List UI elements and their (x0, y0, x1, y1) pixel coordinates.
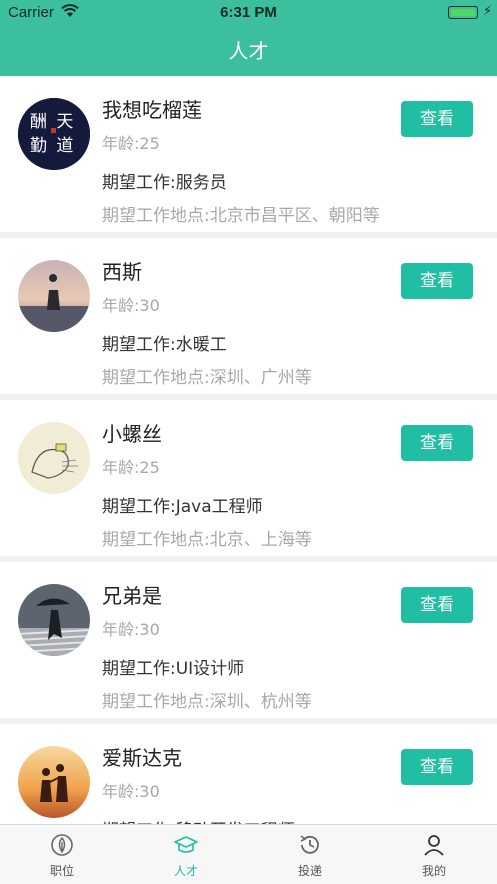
candidate-list[interactable]: 酬 天 勤 道 我想吃榴莲 年龄:25 期望工作:服务员 期望工作地点:北京市昌… (0, 76, 497, 824)
charging-icon: ⚡ (483, 4, 493, 19)
profile-icon (424, 835, 444, 856)
candidate-name: 兄弟是 (102, 584, 162, 608)
rain-photo-avatar (18, 584, 90, 656)
avatar: 酬 天 勤 道 (18, 98, 90, 170)
tab-label: 职位 (49, 864, 74, 878)
sketch-avatar-image (18, 422, 90, 494)
avatar (18, 422, 90, 494)
avatar (18, 746, 90, 818)
candidate-job: 期望工作:水暖工 (102, 335, 227, 355)
talent-icon (174, 836, 198, 853)
tab-bar: 职位 人才 投递 我的 (0, 824, 497, 884)
candidate-age: 年龄:30 (102, 296, 160, 315)
candidate-card[interactable]: 小螺丝 年龄:25 期望工作:Java工程师 期望工作地点:北京、上海等 查看 (0, 400, 497, 556)
candidate-age: 年龄:30 (102, 620, 160, 639)
candidate-job: 期望工作:移动开发工程师 (102, 816, 295, 824)
candidate-job: 期望工作:服务员 (102, 173, 227, 193)
candidate-age: 年龄:25 (102, 458, 160, 477)
clock: 6:31 PM (220, 4, 277, 21)
candidate-card[interactable]: 爱斯达克 年龄:30 期望工作:移动开发工程师 查看 (0, 724, 497, 824)
candidate-age: 年龄:30 (102, 782, 160, 801)
status-bar: Carrier 6:31 PM ⚡ (0, 0, 497, 26)
sunset-photo-avatar (18, 260, 90, 332)
candidate-name: 爱斯达克 (102, 746, 182, 770)
candidate-job: 期望工作:Java工程师 (102, 497, 263, 517)
avatar-calligraphy-text: 酬 天 勤 道 (30, 112, 76, 156)
candidate-age: 年龄:25 (102, 134, 160, 153)
candidate-location: 期望工作地点:深圳、杭州等 (102, 692, 312, 712)
avatar (18, 584, 90, 656)
candidate-name: 我想吃榴莲 (102, 98, 202, 122)
nav-title: 人才 (0, 26, 497, 76)
tab-label: 我的 (421, 864, 446, 878)
tab-applications[interactable]: 投递 (248, 825, 372, 884)
candidate-location: 期望工作地点:深圳、广州等 (102, 368, 312, 388)
job-icon (51, 834, 73, 856)
tab-profile[interactable]: 我的 (372, 825, 496, 884)
candidate-card[interactable]: 酬 天 勤 道 我想吃榴莲 年龄:25 期望工作:服务员 期望工作地点:北京市昌… (0, 76, 497, 232)
candidate-location: 期望工作地点:北京、上海等 (102, 530, 312, 550)
candidate-card[interactable]: 西斯 年龄:30 期望工作:水暖工 期望工作地点:深圳、广州等 查看 (0, 238, 497, 394)
tab-talent[interactable]: 人才 (124, 825, 248, 884)
candidate-name: 西斯 (102, 260, 142, 284)
tab-label: 人才 (173, 864, 198, 878)
candidate-name: 小螺丝 (102, 422, 162, 446)
battery-icon (448, 6, 478, 19)
candidate-card[interactable]: 兄弟是 年龄:30 期望工作:UI设计师 期望工作地点:深圳、杭州等 查看 (0, 562, 497, 718)
view-button[interactable]: 查看 (401, 425, 473, 461)
sunset-family-avatar (18, 746, 90, 818)
tab-label: 投递 (297, 864, 322, 878)
avatar (18, 260, 90, 332)
view-button[interactable]: 查看 (401, 587, 473, 623)
history-icon (300, 835, 319, 854)
view-button[interactable]: 查看 (401, 749, 473, 785)
candidate-job: 期望工作:UI设计师 (102, 659, 245, 679)
view-button[interactable]: 查看 (401, 263, 473, 299)
tab-jobs[interactable]: 职位 (0, 825, 124, 884)
candidate-location: 期望工作地点:北京市昌平区、朝阳等 (102, 206, 380, 226)
view-button[interactable]: 查看 (401, 101, 473, 137)
